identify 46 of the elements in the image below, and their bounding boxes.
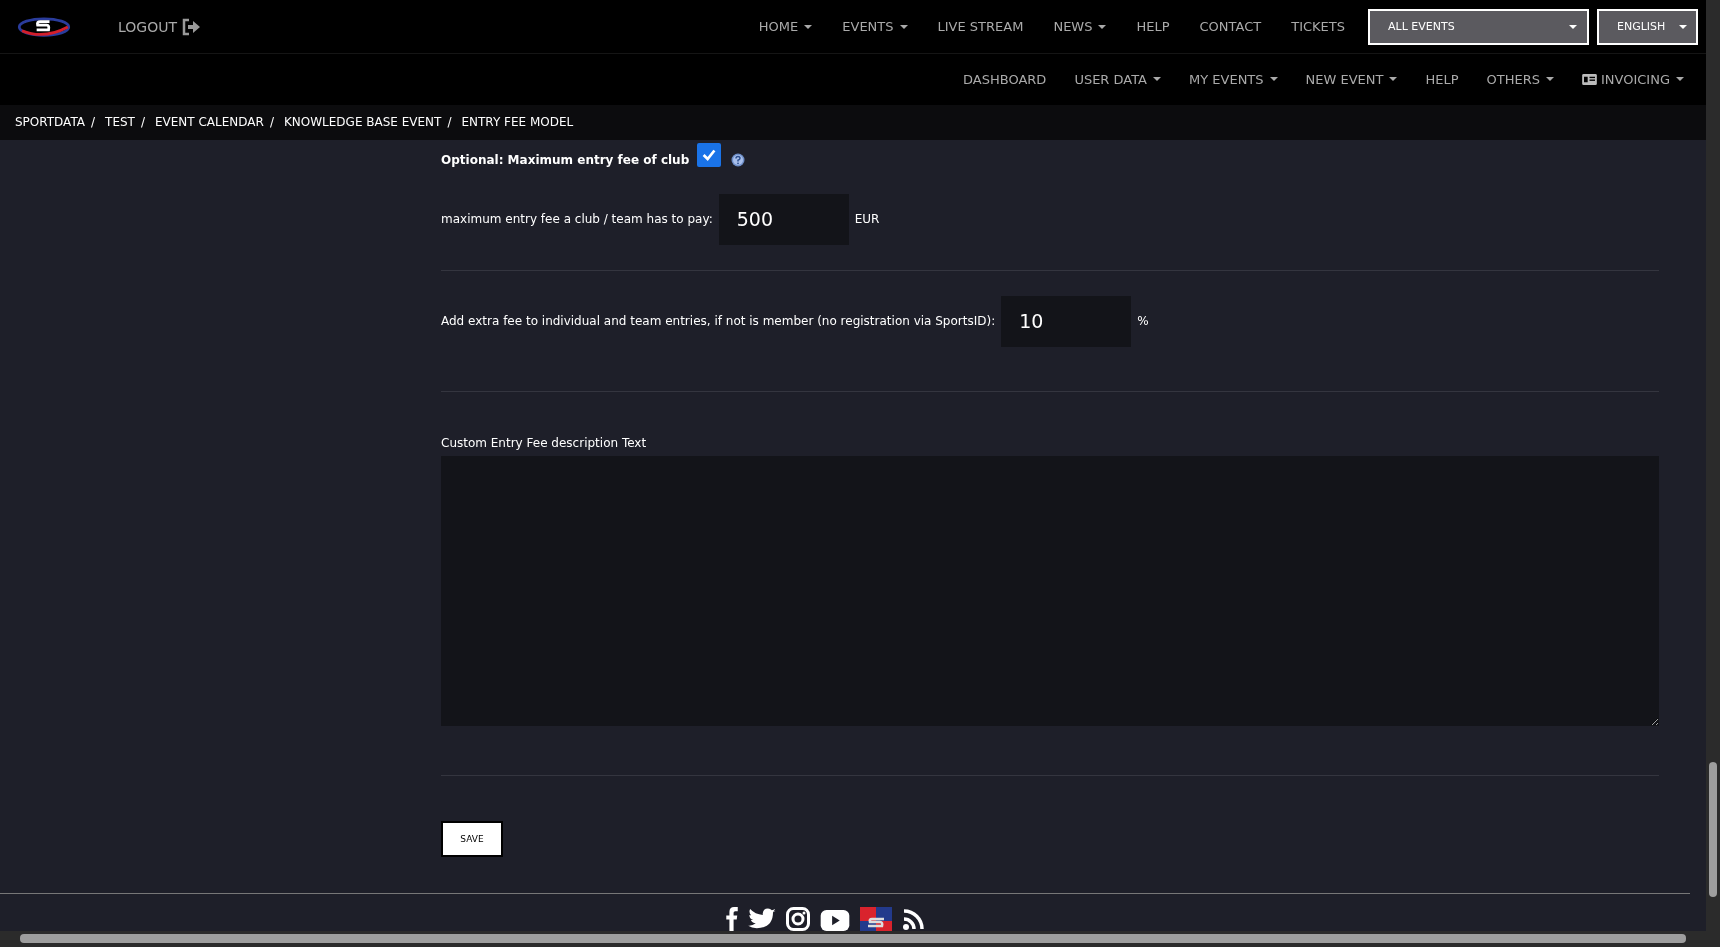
nav-link[interactable]: EVENTS xyxy=(827,19,923,35)
checkbox[interactable] xyxy=(697,142,722,167)
breadcrumb-separator: / xyxy=(91,115,96,130)
logout-icon[interactable] xyxy=(181,17,201,36)
nav-link[interactable]: CONTACT xyxy=(1184,19,1277,35)
vertical-scrollbar[interactable] xyxy=(1706,0,1720,947)
nav-link[interactable]: HOME xyxy=(743,19,828,35)
breadcrumb-separator: / xyxy=(269,115,274,130)
field-label: maximum entry fee a club / team has to pay: xyxy=(441,212,713,227)
nav-link[interactable]: USER DATA xyxy=(1060,71,1175,87)
language-select[interactable]: ENGLISH xyxy=(1597,8,1698,45)
unit-label: EUR xyxy=(854,212,880,227)
breadcrumb-link[interactable]: TEST xyxy=(105,115,135,130)
extra-fee-input[interactable]: 10 xyxy=(1001,295,1132,347)
nav-link[interactable]: HELP xyxy=(1121,19,1185,35)
twitter-icon[interactable] xyxy=(747,907,776,931)
breadcrumb-link[interactable]: ENTRY FEE MODEL xyxy=(461,115,574,130)
field-label: Add extra fee to individual and team entries, if not is member (no registration via SportsID): xyxy=(441,314,996,329)
rss-icon[interactable] xyxy=(901,906,926,931)
save-button[interactable]: SAVE xyxy=(441,820,503,857)
unit-label: % xyxy=(1137,314,1149,329)
logo-icon[interactable] xyxy=(16,15,72,38)
nav-link[interactable]: MY EVENTS xyxy=(1175,71,1292,87)
nav-link[interactable]: NEWS xyxy=(1038,19,1122,35)
help-icon[interactable] xyxy=(731,152,746,167)
logout-link[interactable]: LOGOUT xyxy=(118,18,177,35)
breadcrumb-link[interactable]: KNOWLEDGE BASE EVENT xyxy=(283,115,442,130)
nav-link[interactable]: LIVE STREAM xyxy=(922,19,1039,35)
youtube-icon[interactable] xyxy=(819,909,850,931)
nav-link[interactable]: NEW EVENT xyxy=(1291,71,1412,87)
breadcrumb-link[interactable]: SPORTDATA xyxy=(15,115,85,130)
instagram-icon[interactable] xyxy=(785,906,810,931)
nav-link[interactable]: DASHBOARD xyxy=(949,71,1061,87)
max-fee-input[interactable]: 500 xyxy=(718,193,849,245)
breadcrumb-separator: / xyxy=(447,115,452,130)
breadcrumb-link[interactable]: EVENT CALENDAR xyxy=(154,115,264,130)
field-label: Optional: Maximum entry fee of club xyxy=(441,152,690,167)
nav-link[interactable]: TICKETS xyxy=(1276,19,1360,35)
nav-link[interactable]: HELP xyxy=(1411,71,1473,87)
event-select[interactable]: ALL EVENTS xyxy=(1368,8,1589,45)
logo-icon[interactable] xyxy=(859,906,892,931)
nav-link[interactable]: INVOICING xyxy=(1568,71,1698,87)
facebook-icon[interactable] xyxy=(724,905,738,931)
field-label: Custom Entry Fee description Text xyxy=(441,435,648,450)
nav-link[interactable]: OTHERS xyxy=(1472,71,1568,87)
breadcrumb-separator: / xyxy=(140,115,145,130)
